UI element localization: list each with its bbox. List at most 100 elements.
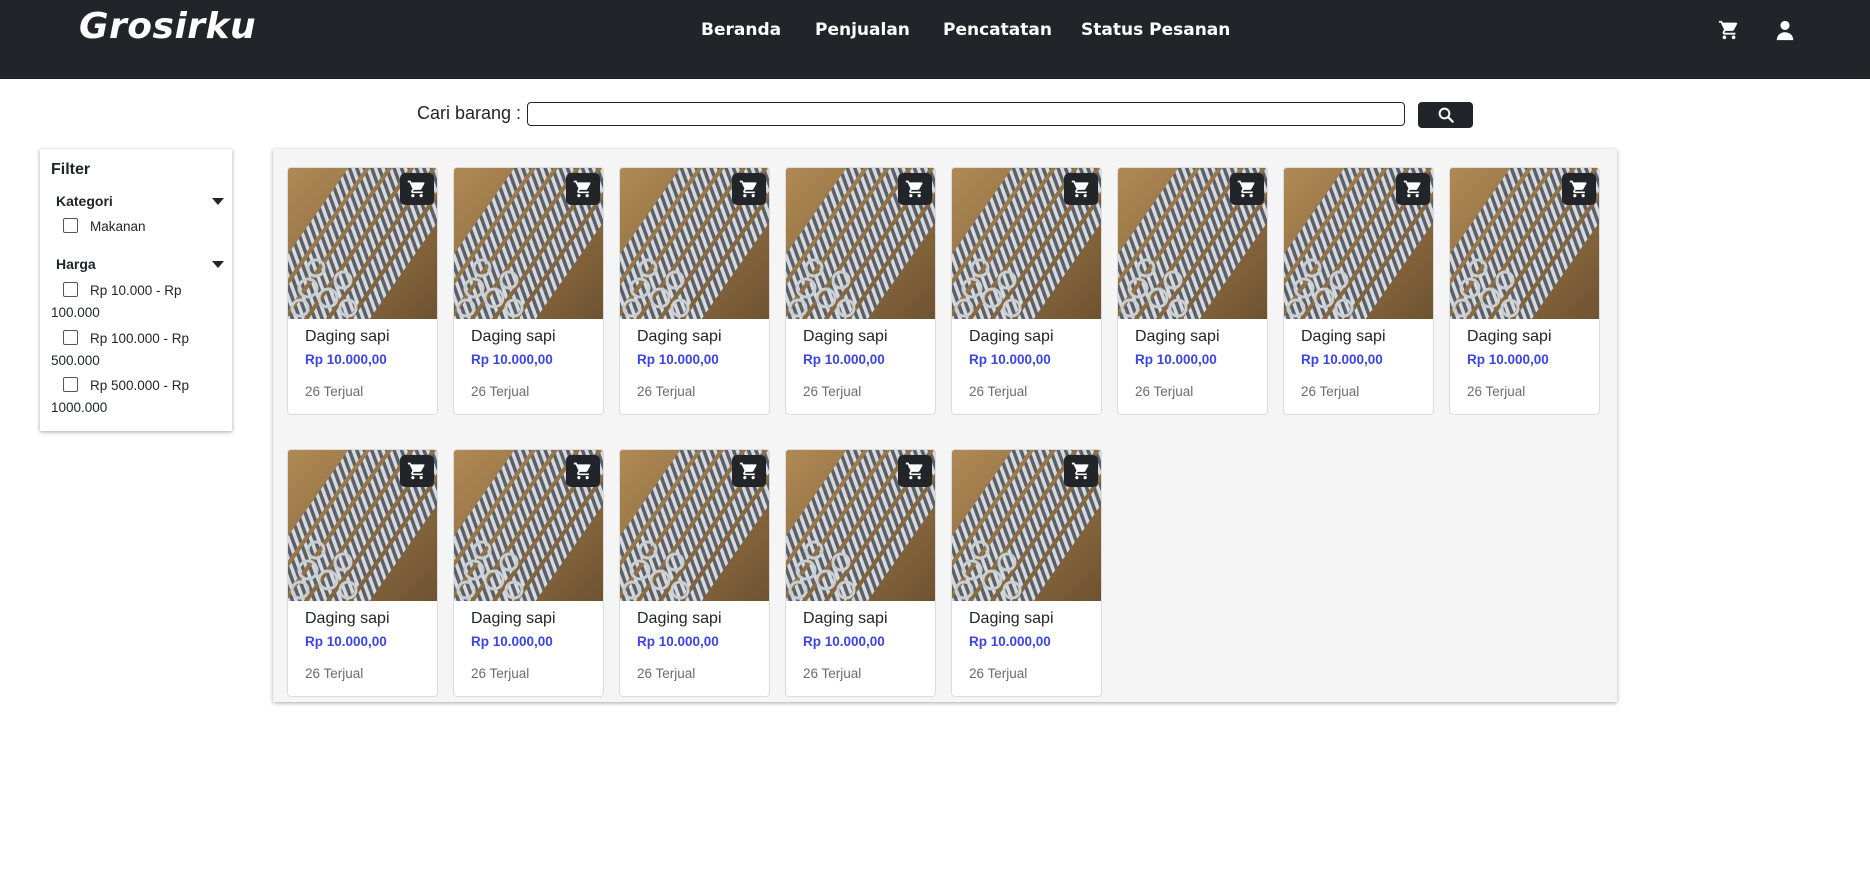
product-image-wrapper[interactable] [786,450,935,601]
filter-group-harga[interactable]: Harga [56,256,224,274]
product-image-wrapper[interactable] [620,450,769,601]
cart-icon [1071,180,1089,198]
product-price: Rp 10.000,00 [637,352,719,367]
product-image-wrapper[interactable] [952,168,1101,319]
filter-group-label: Kategori [56,193,113,209]
search-input[interactable] [527,102,1405,126]
filter-group-label: Harga [56,256,96,272]
add-to-cart-button[interactable] [400,455,434,487]
add-to-cart-button[interactable] [1064,173,1098,205]
product-sold-count: 26 Terjual [1301,384,1360,399]
product-sold-count: 26 Terjual [1467,384,1526,399]
cart-icon [407,180,425,198]
product-image-wrapper[interactable] [454,168,603,319]
product-name[interactable]: Daging sapi [803,610,888,628]
cart-icon [1403,180,1421,198]
add-to-cart-button[interactable] [898,455,932,487]
add-to-cart-button[interactable] [1562,173,1596,205]
product-sold-count: 26 Terjual [471,384,530,399]
product-name[interactable]: Daging sapi [1301,328,1386,346]
product-card[interactable]: Daging sapi Rp 10.000,00 26 Terjual [619,449,770,697]
product-name[interactable]: Daging sapi [637,610,722,628]
add-to-cart-button[interactable] [898,173,932,205]
logo[interactable]: Grosirku [79,6,256,47]
product-image-wrapper[interactable] [1118,168,1267,319]
product-name[interactable]: Daging sapi [637,328,722,346]
product-sold-count: 26 Terjual [471,666,530,681]
checkbox[interactable] [63,218,78,233]
product-name[interactable]: Daging sapi [1467,328,1552,346]
search-icon [1438,107,1454,123]
product-card[interactable]: Daging sapi Rp 10.000,00 26 Terjual [951,167,1102,415]
product-name[interactable]: Daging sapi [471,328,556,346]
nav-link-penjualan[interactable]: Penjualan [815,20,910,40]
add-to-cart-button[interactable] [1230,173,1264,205]
product-image-wrapper[interactable] [288,168,437,319]
product-sold-count: 26 Terjual [305,666,364,681]
product-card[interactable]: Daging sapi Rp 10.000,00 26 Terjual [785,449,936,697]
product-image-wrapper[interactable] [454,450,603,601]
cart-icon [1237,180,1255,198]
product-name[interactable]: Daging sapi [305,610,390,628]
product-card[interactable]: Daging sapi Rp 10.000,00 26 Terjual [619,167,770,415]
product-sold-count: 26 Terjual [305,384,364,399]
checkbox[interactable] [63,330,78,345]
product-card[interactable]: Daging sapi Rp 10.000,00 26 Terjual [453,167,604,415]
product-image-wrapper[interactable] [786,168,935,319]
add-to-cart-button[interactable] [1064,455,1098,487]
cart-icon [905,462,923,480]
search-button[interactable] [1418,102,1473,128]
filter-option-label: Makanan [90,219,146,234]
nav-link-beranda[interactable]: Beranda [701,20,781,40]
product-name[interactable]: Daging sapi [471,610,556,628]
add-to-cart-button[interactable] [400,173,434,205]
product-name[interactable]: Daging sapi [969,328,1054,346]
product-sold-count: 26 Terjual [1135,384,1194,399]
product-price: Rp 10.000,00 [305,634,387,649]
product-card[interactable]: Daging sapi Rp 10.000,00 26 Terjual [785,167,936,415]
cart-icon [407,462,425,480]
filter-title: Filter [51,161,91,178]
product-card[interactable]: Daging sapi Rp 10.000,00 26 Terjual [1117,167,1268,415]
checkbox[interactable] [63,282,78,297]
nav-link-pencatatan[interactable]: Pencatatan [943,20,1052,40]
product-image-wrapper[interactable] [620,168,769,319]
product-image-wrapper[interactable] [952,450,1101,601]
checkbox[interactable] [63,377,78,392]
add-to-cart-button[interactable] [566,173,600,205]
product-card[interactable]: Daging sapi Rp 10.000,00 26 Terjual [951,449,1102,697]
cart-icon [905,180,923,198]
product-card[interactable]: Daging sapi Rp 10.000,00 26 Terjual [287,449,438,697]
add-to-cart-button[interactable] [732,455,766,487]
cart-icon[interactable] [1718,19,1740,41]
product-card[interactable]: Daging sapi Rp 10.000,00 26 Terjual [1449,167,1600,415]
filter-group-kategori[interactable]: Kategori [56,193,224,211]
add-to-cart-button[interactable] [1396,173,1430,205]
add-to-cart-button[interactable] [566,455,600,487]
product-name[interactable]: Daging sapi [1135,328,1220,346]
cart-icon [573,180,591,198]
product-image-wrapper[interactable] [288,450,437,601]
product-price: Rp 10.000,00 [305,352,387,367]
product-card[interactable]: Daging sapi Rp 10.000,00 26 Terjual [287,167,438,415]
product-name[interactable]: Daging sapi [969,610,1054,628]
product-price: Rp 10.000,00 [803,352,885,367]
nav-link-status-pesanan[interactable]: Status Pesanan [1081,20,1230,40]
product-image-wrapper[interactable] [1450,168,1599,319]
user-icon[interactable] [1774,19,1796,41]
product-name[interactable]: Daging sapi [305,328,390,346]
product-price: Rp 10.000,00 [637,634,719,649]
product-card[interactable]: Daging sapi Rp 10.000,00 26 Terjual [1283,167,1434,415]
product-name[interactable]: Daging sapi [803,328,888,346]
product-price: Rp 10.000,00 [471,352,553,367]
product-image-wrapper[interactable] [1284,168,1433,319]
product-price: Rp 10.000,00 [1467,352,1549,367]
caret-down-icon [212,198,224,205]
products-panel: Daging sapi Rp 10.000,00 26 Terjual Daging … [273,149,1617,702]
add-to-cart-button[interactable] [732,173,766,205]
search-label: Cari barang : [417,103,522,123]
product-price: Rp 10.000,00 [1135,352,1217,367]
cart-icon [573,462,591,480]
product-card[interactable]: Daging sapi Rp 10.000,00 26 Terjual [453,449,604,697]
product-sold-count: 26 Terjual [637,666,696,681]
